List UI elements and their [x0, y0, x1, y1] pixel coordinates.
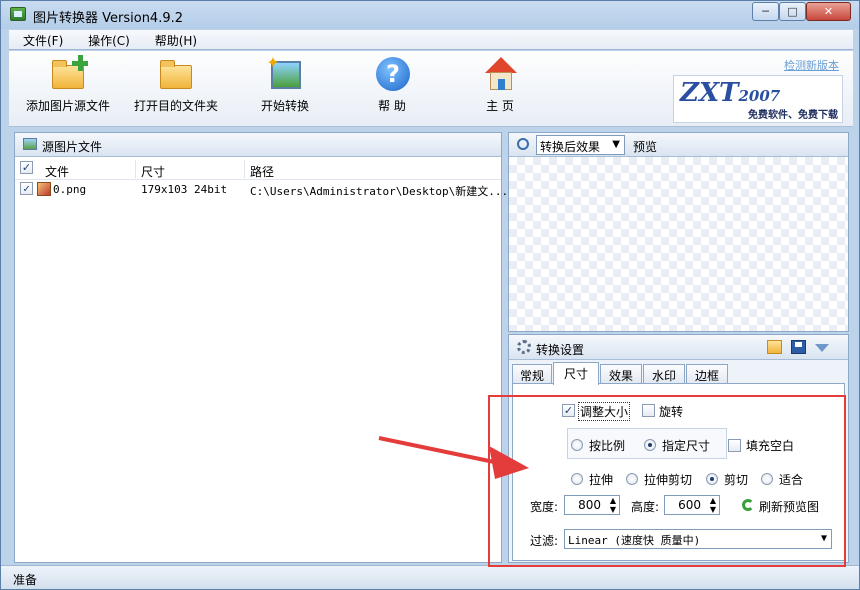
tab-effect[interactable]: 效果 — [600, 364, 642, 384]
open-folder-button[interactable]: 打开目的文件夹 — [121, 55, 231, 125]
help-label: 帮 助 — [378, 99, 406, 113]
magnifier-icon — [517, 138, 529, 150]
tab-watermark[interactable]: 水印 — [643, 364, 685, 384]
preview-mode-select[interactable]: 转换后效果 ▼ — [536, 135, 625, 155]
start-convert-label: 开始转换 — [260, 99, 309, 113]
menu-help[interactable]: 帮助(H) — [141, 30, 204, 49]
column-file[interactable]: 文件 — [45, 163, 69, 180]
settings-title: 转换设置 — [536, 343, 585, 357]
status-bar: 准备 — [1, 565, 859, 589]
annotation-arrow-icon — [378, 436, 529, 479]
preview-header: 转换后效果 ▼ 预览 — [509, 133, 848, 157]
save-icon[interactable] — [791, 340, 806, 354]
column-size[interactable]: 尺寸 — [141, 163, 165, 180]
gear-icon — [517, 340, 531, 354]
table-header: ✓ 文件 尺寸 路径 — [15, 158, 501, 180]
row-file: 0.png — [53, 183, 87, 196]
image-icon — [23, 138, 37, 150]
home-icon — [480, 55, 520, 93]
brand-logo-box[interactable]: ZXT2007 免费软件、免费下载 — [673, 75, 843, 123]
brand-area: 检测新版本 ZXT2007 免费软件、免费下载 — [673, 57, 843, 123]
add-source-button[interactable]: 添加图片源文件 — [13, 55, 123, 125]
tab-size[interactable]: 尺寸 — [553, 362, 599, 385]
preview-label: 预览 — [633, 140, 658, 154]
maximize-button[interactable]: □ — [779, 2, 806, 21]
add-folder-icon — [48, 55, 88, 93]
row-path: C:\Users\Administrator\Desktop\新建文... — [250, 185, 509, 198]
folder-icon — [156, 55, 196, 93]
row-size: 179x103 24bit — [141, 183, 228, 196]
table-row[interactable]: ✓ 0.png 179x103 24bit C:\Users\Administr… — [15, 181, 508, 199]
menu-bar: 文件(F) 操作(C) 帮助(H) — [9, 30, 853, 50]
window-title: 图片转换器 Version4.9.2 — [33, 11, 184, 26]
open-folder-label: 打开目的文件夹 — [133, 99, 218, 113]
home-label: 主 页 — [486, 99, 514, 113]
title-bar[interactable]: 图片转换器 Version4.9.2 ─ □ ✕ — [1, 1, 859, 29]
tab-border[interactable]: 边框 — [686, 364, 728, 384]
collapse-icon[interactable] — [815, 344, 829, 352]
brand-slogan: 免费软件、免费下载 — [748, 110, 838, 121]
preview-panel: 转换后效果 ▼ 预览 — [508, 132, 849, 332]
source-panel: 源图片文件 ✓ 文件 尺寸 路径 ✓ 0.png 179x103 24bit C… — [14, 132, 508, 563]
chevron-down-icon: ▼ — [612, 139, 620, 150]
update-link[interactable]: 检测新版本 — [784, 57, 839, 73]
source-panel-header: 源图片文件 — [15, 133, 501, 157]
select-all-checkbox[interactable]: ✓ — [20, 161, 33, 174]
start-convert-button[interactable]: ✦ 开始转换 — [230, 55, 340, 125]
help-icon: ? — [372, 55, 412, 93]
row-checkbox[interactable]: ✓ — [20, 182, 33, 195]
app-icon — [10, 7, 26, 21]
toolbar: 添加图片源文件 打开目的文件夹 ✦ 开始转换 ? 帮 助 主 页 检测新版本 Z… — [9, 51, 853, 127]
open-settings-icon[interactable] — [767, 340, 782, 354]
menu-operation[interactable]: 操作(C) — [74, 30, 137, 49]
annotation-highlight-box — [488, 395, 846, 567]
app-window: 图片转换器 Version4.9.2 ─ □ ✕ 文件(F) 操作(C) 帮助(… — [0, 0, 860, 590]
column-path[interactable]: 路径 — [250, 163, 274, 180]
brand-logo: ZXT2007 — [680, 78, 781, 108]
minimize-button[interactable]: ─ — [752, 2, 779, 21]
help-button[interactable]: ? 帮 助 — [337, 55, 447, 125]
convert-wand-icon: ✦ — [265, 55, 305, 93]
source-panel-title: 源图片文件 — [42, 140, 103, 154]
tab-general[interactable]: 常规 — [512, 364, 552, 384]
add-source-label: 添加图片源文件 — [25, 99, 110, 113]
home-button[interactable]: 主 页 — [445, 55, 555, 125]
menu-file[interactable]: 文件(F) — [9, 30, 70, 49]
close-button[interactable]: ✕ — [806, 2, 851, 21]
png-file-icon — [37, 182, 51, 196]
status-text: 准备 — [13, 573, 38, 587]
settings-header: 转换设置 — [509, 335, 848, 360]
